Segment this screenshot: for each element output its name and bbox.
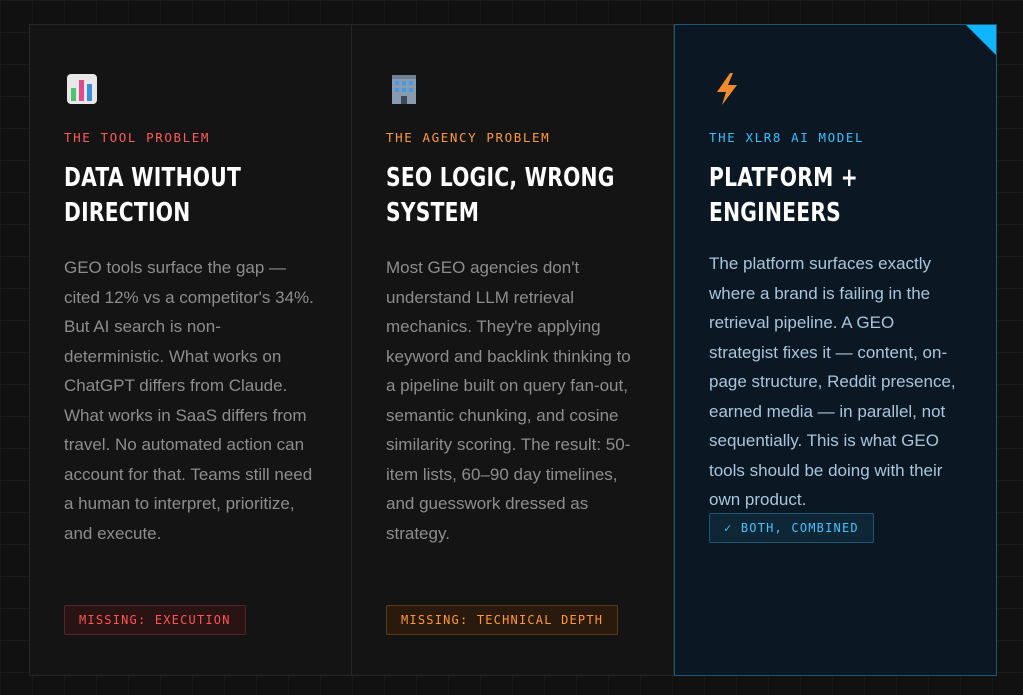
status-badge: ✓ BOTH, COMBINED — [709, 513, 874, 543]
card-title: SEO LOGIC, WRONG SYSTEM — [386, 163, 615, 228]
card-body: The platform surfaces exactly where a br… — [709, 254, 956, 509]
card-body: Most GEO agencies don't understand LLM r… — [386, 258, 631, 543]
card-title: DATA WITHOUT DIRECTION — [64, 163, 242, 228]
card-agency-problem: THE AGENCY PROBLEM SEO LOGIC, WRONG SYST… — [352, 25, 674, 675]
lightning-bolt-icon — [717, 73, 737, 105]
bar-chart-icon — [67, 74, 97, 104]
card-eyebrow: THE AGENCY PROBLEM — [386, 130, 551, 145]
card-xlr8-model: THE XLR8 AI MODEL PLATFORM + ENGINEERS T… — [674, 24, 997, 676]
corner-accent — [966, 25, 996, 55]
office-building-icon — [392, 75, 416, 104]
card-tool-problem: THE TOOL PROBLEM DATA WITHOUT DIRECTION … — [30, 25, 352, 675]
comparison-grid: THE TOOL PROBLEM DATA WITHOUT DIRECTION … — [29, 24, 997, 676]
status-badge: MISSING: TECHNICAL DEPTH — [386, 605, 619, 635]
card-eyebrow: THE TOOL PROBLEM — [64, 130, 211, 145]
card-eyebrow: THE XLR8 AI MODEL — [709, 130, 865, 145]
card-title: PLATFORM + ENGINEERS — [709, 163, 859, 228]
card-body: GEO tools surface the gap — cited 12% vs… — [64, 258, 314, 543]
status-badge: MISSING: EXECUTION — [64, 605, 246, 635]
